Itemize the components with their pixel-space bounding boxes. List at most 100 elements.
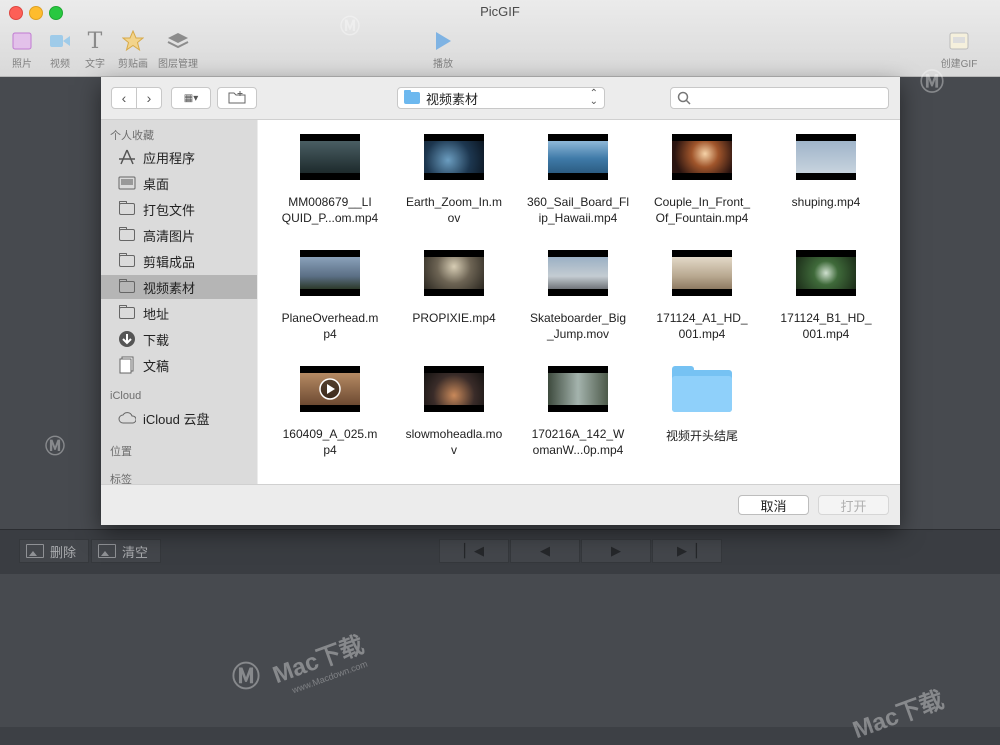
file-item[interactable]: 360_Sail_Board_Fl ip_Hawaii.mp4	[518, 134, 638, 226]
sidebar-item-packages[interactable]: 打包文件	[101, 197, 257, 221]
video-thumbnail	[672, 134, 732, 180]
delete-button[interactable]: 删除	[19, 539, 89, 563]
toolbar-create-gif-button[interactable]: 创建GIF	[939, 30, 979, 70]
sidebar-item-label: 下载	[143, 332, 170, 348]
sidebar-item-label: 高清图片	[143, 228, 196, 244]
layers-icon	[167, 30, 189, 52]
file-name: 360_Sail_Board_Fl ip_Hawaii.mp4	[526, 195, 630, 225]
sidebar-item-label: 剪辑成品	[143, 254, 196, 270]
file-item[interactable]: 171124_A1_HD_ 001.mp4	[642, 250, 762, 342]
last-frame-button[interactable]: ▶▕	[652, 539, 722, 563]
sidebar-item-video-assets[interactable]: 视频素材	[101, 275, 257, 299]
sidebar-item-icloud-drive[interactable]: iCloud 云盘	[101, 406, 257, 430]
image-icon	[98, 544, 116, 558]
grid-view-icon: ▦▾	[183, 92, 199, 104]
video-thumbnail	[796, 134, 856, 180]
folder-item[interactable]: 视频开头结尾	[642, 366, 762, 444]
toolbar-layers-label: 图层管理	[158, 59, 198, 70]
create-gif-icon	[948, 30, 970, 52]
downloads-icon	[118, 330, 136, 348]
sidebar-item-documents[interactable]: 文稿	[101, 353, 257, 377]
file-item[interactable]: PROPIXIE.mp4	[394, 250, 514, 326]
toolbar-text-button[interactable]: T 文字	[75, 29, 115, 71]
file-item[interactable]: slowmoheadla.mo v	[394, 366, 514, 458]
first-frame-icon: ▏◀	[464, 543, 484, 558]
chevron-left-icon: ‹	[121, 90, 127, 106]
folder-icon	[119, 227, 135, 241]
chevron-right-icon: ›	[146, 90, 152, 106]
sidebar-item-hd-images[interactable]: 高清图片	[101, 223, 257, 247]
location-label: 视频素材	[426, 91, 479, 107]
file-name: shuping.mp4	[791, 195, 861, 209]
toolbar-video-label: 视频	[50, 59, 70, 70]
next-frame-button[interactable]: ▶	[581, 539, 651, 563]
file-name: slowmoheadla.mo v	[405, 427, 503, 457]
dialog-footer: 取消 打开	[101, 484, 900, 525]
sidebar-item-label: iCloud 云盘	[143, 411, 210, 427]
cancel-button[interactable]: 取消	[738, 495, 809, 515]
new-folder-button[interactable]	[217, 87, 257, 109]
file-item[interactable]: 160409_A_025.m p4	[270, 366, 390, 458]
toolbar-video-button[interactable]: 视频	[40, 30, 80, 70]
sidebar-item-label: 打包文件	[143, 202, 196, 218]
clear-button[interactable]: 清空	[91, 539, 161, 563]
video-thumbnail	[424, 250, 484, 296]
location-popup[interactable]: 视频素材 ⌃ ⌄	[397, 87, 605, 109]
sidebar-item-desktop[interactable]: 桌面	[101, 171, 257, 195]
dialog-sidebar: 个人收藏 应用程序 桌面 打包文件 高清图片 剪辑成品 视频素材 地址 下载 文…	[101, 120, 257, 484]
file-item[interactable]: 171124_B1_HD_ 001.mp4	[766, 250, 886, 342]
folder-icon	[119, 253, 135, 267]
file-name: Earth_Zoom_In.m ov	[405, 195, 503, 225]
previous-frame-icon: ◀	[540, 543, 550, 558]
video-icon	[49, 30, 71, 52]
image-icon	[26, 544, 44, 558]
photo-icon	[11, 30, 33, 52]
toolbar-text-label: 文字	[85, 59, 105, 70]
file-item[interactable]: 170216A_142_W omanW...0p.mp4	[518, 366, 638, 458]
toolbar-photo-button[interactable]: 照片	[2, 30, 42, 70]
back-button[interactable]: ‹	[111, 87, 137, 109]
file-item[interactable]: Couple_In_Front_ Of_Fountain.mp4	[642, 134, 762, 226]
view-mode-button[interactable]: ▦▾	[171, 87, 211, 109]
documents-icon	[118, 356, 136, 374]
new-folder-icon	[228, 90, 246, 107]
toolbar-layers-button[interactable]: 图层管理	[158, 30, 198, 70]
icloud-header: iCloud	[110, 390, 142, 402]
locations-header: 位置	[110, 446, 132, 458]
next-frame-icon: ▶	[611, 543, 621, 558]
first-frame-button[interactable]: ▏◀	[439, 539, 509, 563]
window-title: PicGIF	[480, 4, 520, 19]
open-button[interactable]: 打开	[818, 495, 889, 515]
play-overlay-icon	[319, 378, 341, 400]
cloud-icon	[118, 409, 136, 427]
sidebar-item-downloads[interactable]: 下载	[101, 327, 257, 351]
toolbar-play-button[interactable]: 播放	[423, 30, 463, 70]
toolbar-photo-label: 照片	[12, 59, 32, 70]
video-thumbnail	[796, 250, 856, 296]
file-item[interactable]: MM008679__LI QUID_P...om.mp4	[270, 134, 390, 226]
file-item[interactable]: shuping.mp4	[766, 134, 886, 210]
search-icon	[677, 91, 691, 110]
sidebar-item-applications[interactable]: 应用程序	[101, 145, 257, 169]
toolbar-clipart-button[interactable]: 剪贴画	[113, 30, 153, 70]
sidebar-item-address[interactable]: 地址	[101, 301, 257, 325]
file-item[interactable]: PlaneOverhead.m p4	[270, 250, 390, 342]
forward-button[interactable]: ›	[136, 87, 162, 109]
delete-label: 删除	[50, 544, 77, 560]
file-item[interactable]: Earth_Zoom_In.m ov	[394, 134, 514, 226]
sidebar-item-edited-output[interactable]: 剪辑成品	[101, 249, 257, 273]
folder-icon	[404, 90, 420, 104]
file-name: 160409_A_025.m p4	[282, 427, 378, 457]
file-name: PlaneOverhead.m p4	[281, 311, 379, 341]
open-file-dialog: ‹ › ▦▾ 视频素材 ⌃ ⌄ 个人收藏 应用程序 桌面 打包文件 高清图片 剪…	[101, 77, 900, 525]
video-thumbnail	[424, 134, 484, 180]
desktop-icon	[118, 174, 136, 192]
video-thumbnail	[548, 250, 608, 296]
file-name: Couple_In_Front_ Of_Fountain.mp4	[653, 195, 751, 225]
applications-icon	[118, 148, 136, 166]
file-item[interactable]: Skateboarder_Big _Jump.mov	[518, 250, 638, 342]
file-browser-grid: MM008679__LI QUID_P...om.mp4 Earth_Zoom_I…	[258, 120, 900, 484]
previous-frame-button[interactable]: ◀	[510, 539, 580, 563]
toolbar-create-gif-label: 创建GIF	[940, 59, 978, 70]
search-field[interactable]	[670, 87, 889, 109]
